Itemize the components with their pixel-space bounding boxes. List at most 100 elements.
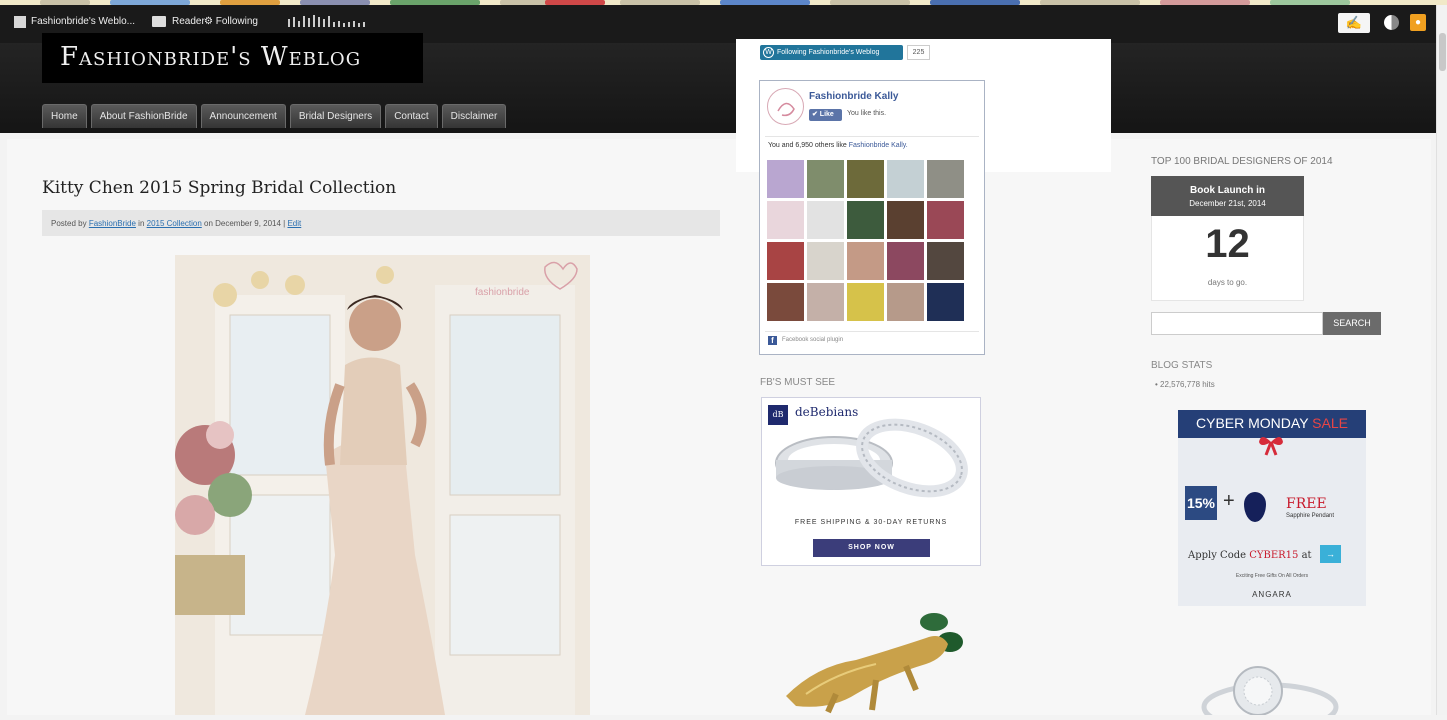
search-button[interactable]: SEARCH bbox=[1323, 312, 1381, 335]
reader-icon[interactable] bbox=[152, 16, 166, 27]
nav-item-disclaimer[interactable]: Disclaimer bbox=[441, 104, 507, 128]
nav-item-announcement[interactable]: Announcement bbox=[200, 104, 286, 128]
wordpress-icon: W bbox=[763, 47, 774, 58]
fan-face[interactable] bbox=[767, 160, 804, 198]
notifications-icon[interactable]: ● bbox=[1410, 14, 1426, 31]
shop-now-button[interactable]: SHOP NOW bbox=[813, 539, 930, 557]
fan-face[interactable] bbox=[807, 242, 844, 280]
cyber-fine-print: Exciting Free Gifts On All Orders bbox=[1235, 573, 1309, 579]
countdown-date: December 21st, 2014 bbox=[1189, 199, 1266, 208]
sapphire-pendant-icon bbox=[1244, 492, 1266, 522]
ring-art bbox=[1201, 666, 1339, 720]
facebook-fan-faces bbox=[767, 160, 967, 324]
wp-bar-following-link[interactable]: ⚙ Following bbox=[204, 16, 258, 27]
countdown-header bbox=[1151, 176, 1304, 216]
fan-face[interactable] bbox=[927, 160, 964, 198]
fan-face[interactable] bbox=[927, 201, 964, 239]
profile-avatar[interactable] bbox=[1384, 15, 1399, 30]
facebook-page-avatar[interactable] bbox=[767, 88, 804, 125]
nav-item-contact[interactable]: Contact bbox=[385, 104, 438, 128]
facebook-icon: f bbox=[768, 336, 777, 345]
search-input[interactable] bbox=[1151, 312, 1323, 335]
fan-face[interactable] bbox=[927, 283, 964, 321]
main-nav: Home About FashionBride Announcement Bri… bbox=[42, 104, 507, 129]
fan-face[interactable] bbox=[927, 242, 964, 280]
post-meta: Posted by FashionBride in 2015 Collectio… bbox=[51, 219, 301, 228]
nav-item-about[interactable]: About FashionBride bbox=[90, 104, 197, 128]
meta-prefix: Posted by bbox=[51, 219, 89, 228]
page-scrollbar[interactable] bbox=[1436, 5, 1447, 715]
fan-face[interactable] bbox=[767, 242, 804, 280]
angara-brand: ANGARA bbox=[1252, 590, 1292, 599]
crocodile-brooch-ad[interactable] bbox=[776, 598, 971, 715]
edit-link[interactable]: Edit bbox=[287, 219, 301, 228]
cyber-title-main: CYBER MONDAY bbox=[1196, 415, 1313, 431]
wp-bar-site-link[interactable]: Fashionbride's Weblo... bbox=[31, 16, 135, 27]
follower-count: 225 bbox=[907, 45, 930, 60]
cyber-title-sale: SALE bbox=[1312, 415, 1348, 431]
facebook-others-like: You and 6,950 others like Fashionbride K… bbox=[768, 142, 908, 149]
cyber-code-prefix: Apply Code bbox=[1188, 550, 1250, 561]
debebians-brand: deBebians bbox=[795, 405, 859, 419]
debebians-logo-icon: dB bbox=[768, 405, 788, 425]
category-link[interactable]: 2015 Collection bbox=[147, 219, 202, 228]
fan-face[interactable] bbox=[807, 283, 844, 321]
cart-arrow-icon[interactable]: → bbox=[1320, 545, 1341, 563]
fan-face[interactable] bbox=[887, 201, 924, 239]
fan-face[interactable] bbox=[767, 283, 804, 321]
nav-item-bridal-designers[interactable]: Bridal Designers bbox=[289, 104, 382, 128]
divider bbox=[765, 136, 979, 137]
divider bbox=[765, 331, 979, 332]
debebians-shipping-text: FREE SHIPPING & 30-DAY RETURNS bbox=[794, 519, 948, 526]
stats-sparkline-icon[interactable] bbox=[288, 15, 368, 27]
cyber-discount-badge: 15% bbox=[1185, 486, 1217, 520]
fan-face[interactable] bbox=[807, 160, 844, 198]
cyber-monday-ad[interactable]: CYBER MONDAY SALE 15% + FREE Sapphire Pe… bbox=[1178, 410, 1366, 606]
fan-face[interactable] bbox=[847, 283, 884, 321]
bridal-photo-art: fashionbride bbox=[175, 255, 590, 715]
author-link[interactable]: FashionBride bbox=[89, 219, 136, 228]
facebook-you-like: You like this. bbox=[847, 110, 887, 117]
bridal-gown-photo[interactable]: fashionbride bbox=[175, 255, 590, 715]
fbs-must-see-heading: FB'S MUST SEE bbox=[760, 377, 836, 388]
facebook-page-name[interactable]: Fashionbride Kally bbox=[809, 91, 898, 102]
brooch-art bbox=[786, 613, 963, 714]
fan-face[interactable] bbox=[887, 160, 924, 198]
site-icon[interactable] bbox=[14, 16, 26, 28]
cyber-free-text: FREE bbox=[1286, 496, 1327, 512]
fan-face[interactable] bbox=[847, 160, 884, 198]
ribbon-bow-icon bbox=[1259, 437, 1283, 456]
cyber-pendant-text: Sapphire Pendant bbox=[1286, 513, 1335, 519]
site-title[interactable]: Fashionbride's Weblog bbox=[60, 42, 361, 72]
fan-face[interactable] bbox=[767, 201, 804, 239]
avatar-art bbox=[777, 102, 795, 117]
fan-face[interactable] bbox=[887, 242, 924, 280]
cyber-code-text: Apply Code CYBER15 at bbox=[1188, 550, 1312, 561]
follow-blog-button[interactable]: Following Fashionbride's Weblog bbox=[760, 45, 903, 60]
top100-heading[interactable]: TOP 100 BRIDAL DESIGNERS OF 2014 bbox=[1151, 156, 1333, 167]
facebook-social-plugin-link[interactable]: Facebook social plugin bbox=[782, 337, 843, 343]
cyber-plus: + bbox=[1223, 490, 1235, 512]
fan-face[interactable] bbox=[847, 242, 884, 280]
nav-item-home[interactable]: Home bbox=[42, 104, 87, 128]
fan-face[interactable] bbox=[847, 201, 884, 239]
wp-bar-reader-link[interactable]: Reader bbox=[172, 16, 205, 27]
others-page-link[interactable]: Fashionbride Kally. bbox=[849, 142, 908, 149]
countdown-unit: days to go. bbox=[1207, 278, 1248, 287]
blog-hits: • 22,576,778 hits bbox=[1155, 380, 1215, 389]
cyber-code-value: CYBER15 bbox=[1249, 550, 1299, 561]
countdown-title: Book Launch in bbox=[1190, 185, 1265, 196]
facebook-like-button[interactable]: ✔ Like bbox=[809, 109, 842, 121]
meta-in: in bbox=[135, 219, 147, 228]
cyber-code-suffix: at bbox=[1298, 550, 1312, 561]
fan-face[interactable] bbox=[807, 201, 844, 239]
scroll-thumb[interactable] bbox=[1439, 33, 1446, 71]
diamond-ring-ad[interactable] bbox=[1198, 655, 1343, 720]
blog-stats-heading: BLOG STATS bbox=[1151, 360, 1213, 371]
write-post-button[interactable]: ✍ bbox=[1338, 13, 1370, 33]
meta-date: on December 9, 2014 | bbox=[201, 219, 288, 228]
post-title[interactable]: Kitty Chen 2015 Spring Bridal Collection bbox=[42, 178, 396, 198]
countdown-number: 12 bbox=[1205, 222, 1250, 266]
fan-face[interactable] bbox=[887, 283, 924, 321]
cyber-ad-title: CYBER MONDAY SALE bbox=[1178, 415, 1366, 431]
